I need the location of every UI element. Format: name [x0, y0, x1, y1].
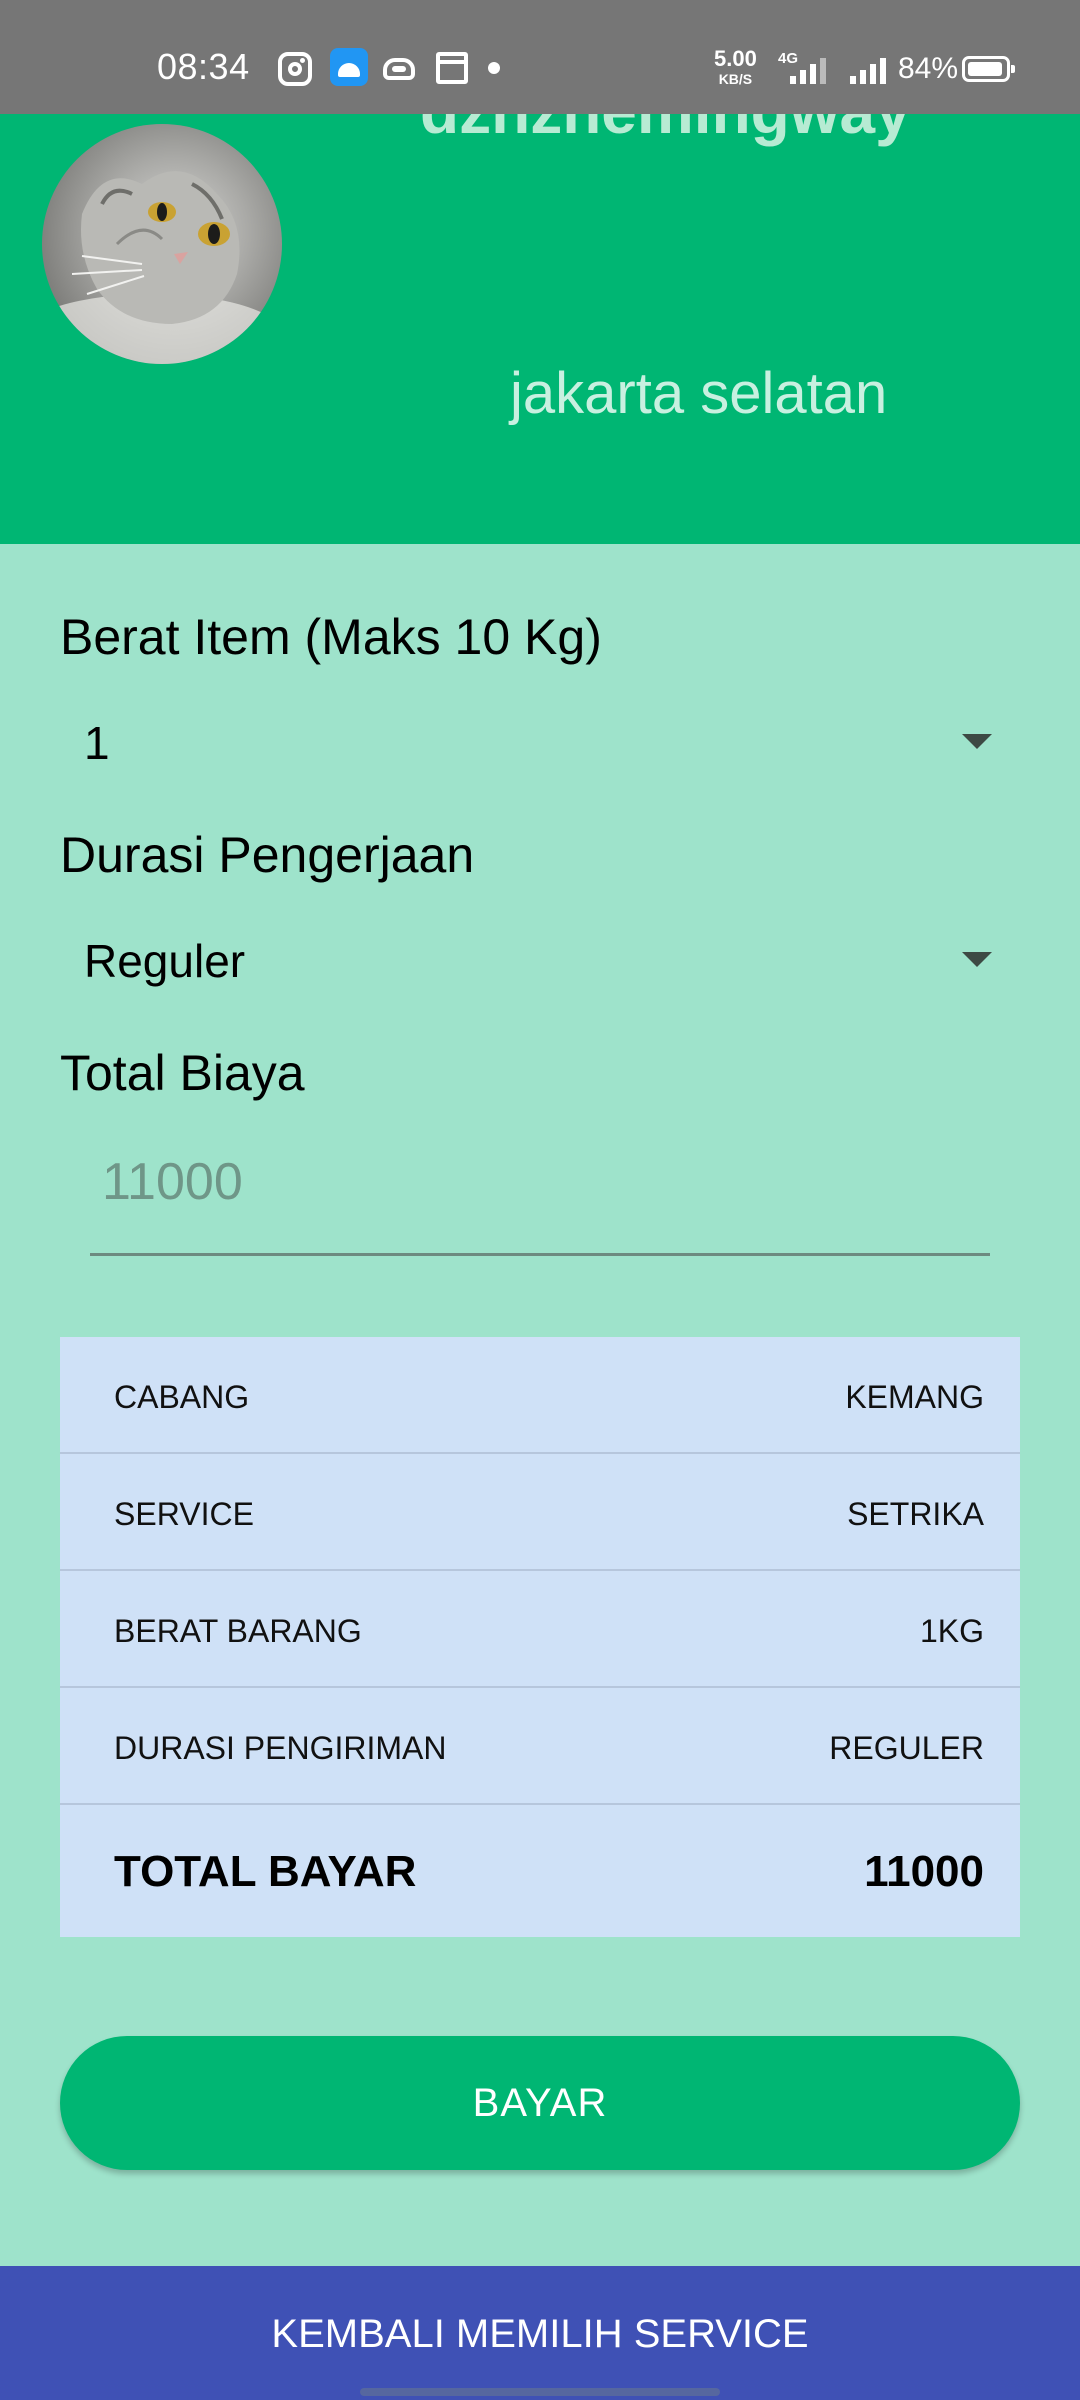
pay-button[interactable]: BAYAR [60, 2036, 1020, 2170]
calendar-icon [436, 52, 468, 84]
summary-value: SETRIKA [847, 1496, 984, 1532]
signal-icon [790, 52, 826, 84]
profile-username: dzhzhemingway [420, 114, 911, 148]
avatar [42, 124, 282, 364]
network-speed-unit: KB/S [718, 71, 753, 87]
total-cost-label: Total Biaya [60, 1045, 305, 1101]
summary-total-key: TOTAL BAYAR [114, 1847, 417, 1896]
summary-key: CABANG [114, 1379, 250, 1415]
dropdown-caret-icon [962, 734, 992, 749]
instagram-icon [278, 52, 312, 86]
battery-icon [962, 56, 1015, 82]
summary-key: DURASI PENGIRIMAN [114, 1730, 447, 1766]
weight-select[interactable]: 1 [60, 694, 1020, 794]
total-cost-value: 11000 [102, 1153, 243, 1211]
battery-percent: 84% [898, 52, 959, 85]
status-time: 08:34 [157, 46, 250, 87]
screen: 08:34 5.00 KB/S 4G 84% dzhzhemingway jak… [0, 0, 1080, 2400]
dot-icon [488, 62, 500, 74]
status-bar: 08:34 5.00 KB/S 4G 84% [0, 0, 1080, 114]
summary-total-row: TOTAL BAYAR 11000 [60, 1805, 1020, 1937]
total-cost-field[interactable]: 11000 [90, 1140, 990, 1256]
summary-row: SERVICE SETRIKA [60, 1454, 1020, 1571]
back-to-service-button[interactable]: KEMBALI MEMILIH SERVICE [0, 2266, 1080, 2400]
home-indicator[interactable] [360, 2388, 720, 2396]
order-summary: CABANG KEMANG SERVICE SETRIKA BERAT BARA… [60, 1337, 1020, 1937]
profile-location: jakarta selatan [510, 361, 888, 426]
network-speed: 5.00 KB/S [714, 46, 757, 87]
network-speed-value: 5.00 [714, 46, 757, 71]
summary-value: 1KG [919, 1613, 984, 1649]
android-debug-icon [330, 48, 368, 86]
dropdown-caret-icon [962, 952, 992, 967]
profile-header: dzhzhemingway jakarta selatan [0, 114, 1080, 544]
summary-row: DURASI PENGIRIMAN REGULER [60, 1688, 1020, 1805]
duration-select-value: Reguler [84, 935, 246, 987]
summary-row: BERAT BARANG 1KG [60, 1571, 1020, 1688]
duration-select[interactable]: Reguler [60, 912, 1020, 1012]
summary-key: BERAT BARANG [114, 1613, 362, 1649]
summary-value: REGULER [829, 1730, 984, 1766]
duration-label: Durasi Pengerjaan [60, 827, 475, 883]
summary-value: KEMANG [845, 1379, 984, 1415]
weight-select-value: 1 [84, 717, 110, 769]
summary-key: SERVICE [114, 1496, 254, 1532]
summary-total-value: 11000 [864, 1847, 984, 1896]
bot-icon [380, 52, 418, 86]
signal-icon [850, 52, 886, 84]
weight-label: Berat Item (Maks 10 Kg) [60, 609, 602, 665]
summary-row: CABANG KEMANG [60, 1337, 1020, 1454]
